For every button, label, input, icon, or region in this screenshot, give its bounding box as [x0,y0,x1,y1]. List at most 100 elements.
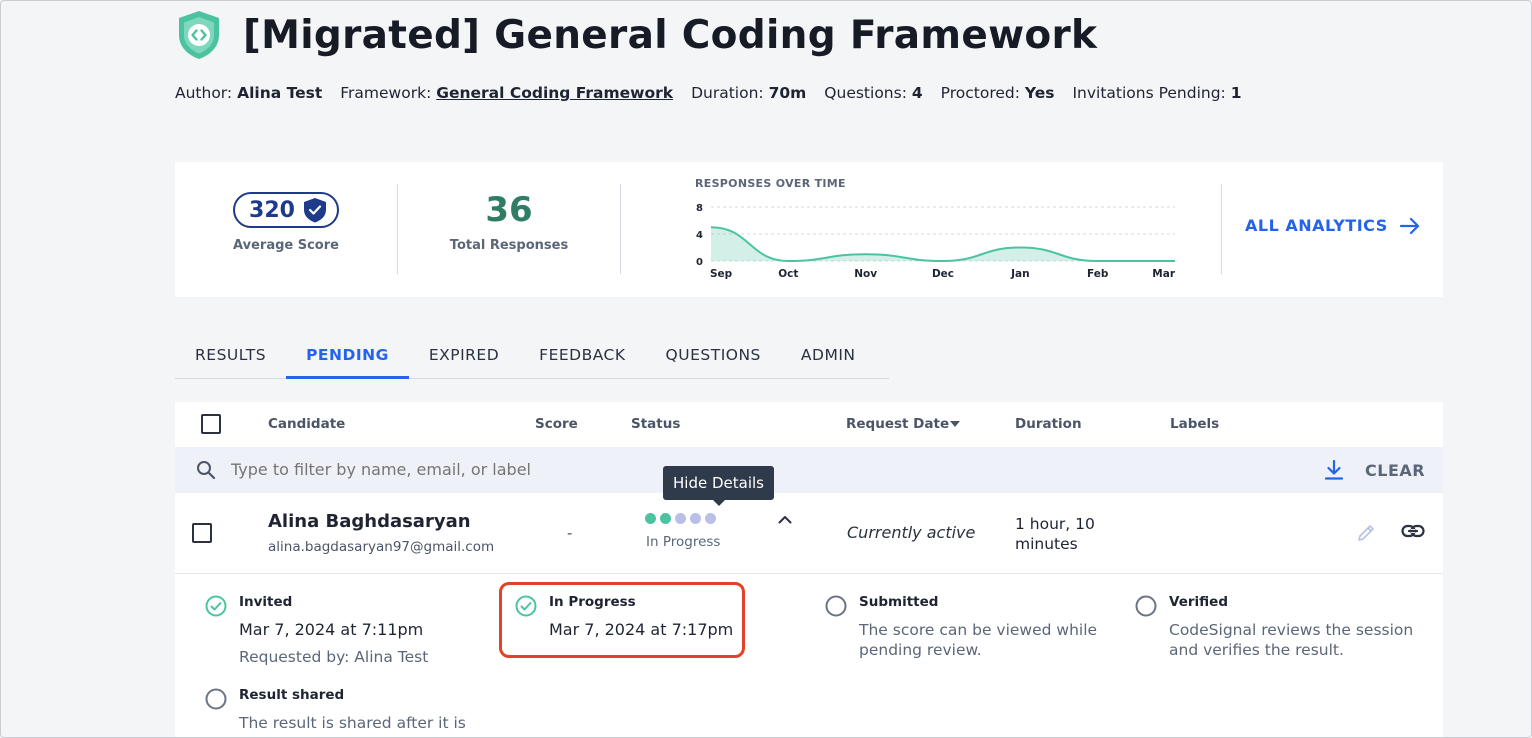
y-tick-label: 4 [696,230,703,241]
select-all-checkbox[interactable] [201,414,221,434]
candidate-duration: 1 hour, 10 minutes [1015,515,1095,553]
tab-feedback[interactable]: FEEDBACK [519,334,645,378]
arrow-right-icon [1399,217,1419,234]
x-tick-label: Oct [778,268,798,280]
invitations-value: 1 [1230,84,1242,102]
clear-button[interactable]: CLEAR [1365,461,1425,480]
column-status[interactable]: Status [631,416,680,432]
author-label: Author: [175,84,233,102]
column-candidate[interactable]: Candidate [268,416,345,432]
divider [1221,184,1222,274]
divider [620,184,621,274]
verified-shield-icon [303,198,326,223]
step-description: CodeSignal reviews the session and verif… [1169,621,1414,659]
table-row[interactable]: Alina Baghdasaryan alina.bagdasaryan97@g… [175,466,1443,574]
shield-code-logo-icon [179,11,219,59]
total-responses-label: Total Responses [449,238,569,253]
series-line [710,226,1175,263]
empty-circle-icon [205,688,227,710]
x-tick-label: Feb [1087,268,1109,280]
candidate-score: - [567,525,573,542]
edit-pencil-icon[interactable] [1356,523,1376,543]
duration-value: 70m [768,84,807,102]
questions-value: 4 [911,84,923,102]
x-tick-label: Dec [932,268,954,280]
tab-admin[interactable]: ADMIN [781,334,876,378]
average-score-label: Average Score [233,238,339,253]
progress-dot-empty [675,513,686,524]
sort-desc-icon[interactable] [950,421,960,427]
app-window: [Migrated] General Coding Framework Auth… [0,0,1532,738]
candidate-email: alina.bagdasaryan97@gmail.com [268,539,495,555]
step-title: Invited [239,594,293,610]
step-date: Mar 7, 2024 at 7:11pm [239,620,424,639]
candidate-details-panel: Invited Mar 7, 2024 at 7:11pm Requested … [175,574,1443,737]
duration-label: Duration: [691,84,764,102]
progress-dot-filled [660,513,671,524]
hide-details-tooltip: Hide Details [663,466,774,506]
x-tick-label: Nov [854,268,877,280]
column-request-date[interactable]: Request Date [846,416,949,432]
step-description: The score can be viewed while pending re… [859,621,1098,659]
proctored-value: Yes [1024,84,1055,102]
responses-chart: 0 4 8 Sep Oct Nov Dec Jan Feb Mar [696,203,1176,280]
all-analytics-link[interactable]: ALL ANALYTICS [1245,216,1420,235]
y-tick-label: 8 [696,203,703,214]
progress-dot-empty [705,513,716,524]
check-circle-icon [515,595,537,617]
y-tick-label: 0 [696,257,703,268]
average-score-block: 320 Average Score [175,162,397,297]
area-fill [711,227,1175,261]
framework-label: Framework: [340,84,432,102]
chart-title: RESPONSES OVER TIME [695,177,846,190]
tab-pending[interactable]: PENDING [286,334,409,379]
empty-circle-icon [825,595,847,617]
step-title: Submitted [859,594,939,610]
assessment-meta: Author: Alina Test Framework: General Co… [175,84,1242,102]
step-description: The result is shared after it is [239,714,466,732]
framework-link[interactable]: General Coding Framework [436,84,673,102]
table-header: Candidate Score Status Request Date Dura… [175,402,1443,447]
check-circle-icon [205,595,227,617]
invitations-label: Invitations Pending: [1072,84,1226,102]
tab-questions[interactable]: QUESTIONS [646,334,781,378]
progress-dot-empty [690,513,701,524]
page-title: [Migrated] General Coding Framework [243,12,1098,58]
step-title: In Progress [549,594,636,610]
page-header: [Migrated] General Coding Framework [175,7,1097,63]
questions-label: Questions: [824,84,907,102]
total-responses-value: 36 [485,190,533,230]
all-analytics-label: ALL ANALYTICS [1245,216,1388,235]
column-duration[interactable]: Duration [1015,416,1082,432]
chevron-up-icon[interactable] [778,515,792,524]
link-icon[interactable] [1401,523,1425,539]
row-checkbox[interactable] [192,523,212,543]
average-score-value: 320 [249,197,295,223]
column-labels[interactable]: Labels [1170,416,1219,432]
proctored-label: Proctored: [940,84,1020,102]
column-score[interactable]: Score [535,416,578,432]
search-icon [197,461,216,480]
request-date: Currently active [847,523,976,542]
filter-row: CLEAR [175,447,1443,493]
candidates-table: Candidate Score Status Request Date Dura… [175,402,1443,737]
tab-bar: RESULTS PENDING EXPIRED FEEDBACK QUESTIO… [175,334,889,379]
total-responses-block: 36 Total Responses [398,162,620,297]
x-tick-label: Jan [1010,268,1029,280]
download-icon[interactable] [1325,460,1343,480]
x-tick-label: Sep [710,268,733,280]
step-title: Verified [1169,594,1228,610]
average-score-badge: 320 [233,192,339,228]
author-value: Alina Test [237,84,323,102]
step-requested-by: Requested by: Alina Test [239,648,429,666]
progress-dot-filled [645,513,656,524]
candidate-name[interactable]: Alina Baghdasaryan [268,511,471,532]
step-title: Result shared [239,687,345,703]
empty-circle-icon [1135,595,1157,617]
step-date: Mar 7, 2024 at 7:17pm [549,620,734,639]
tab-results[interactable]: RESULTS [175,334,286,378]
x-tick-label: Mar [1152,268,1176,280]
progress-dots[interactable] [645,513,716,524]
status-text: In Progress [646,534,721,550]
tab-expired[interactable]: EXPIRED [409,334,519,378]
